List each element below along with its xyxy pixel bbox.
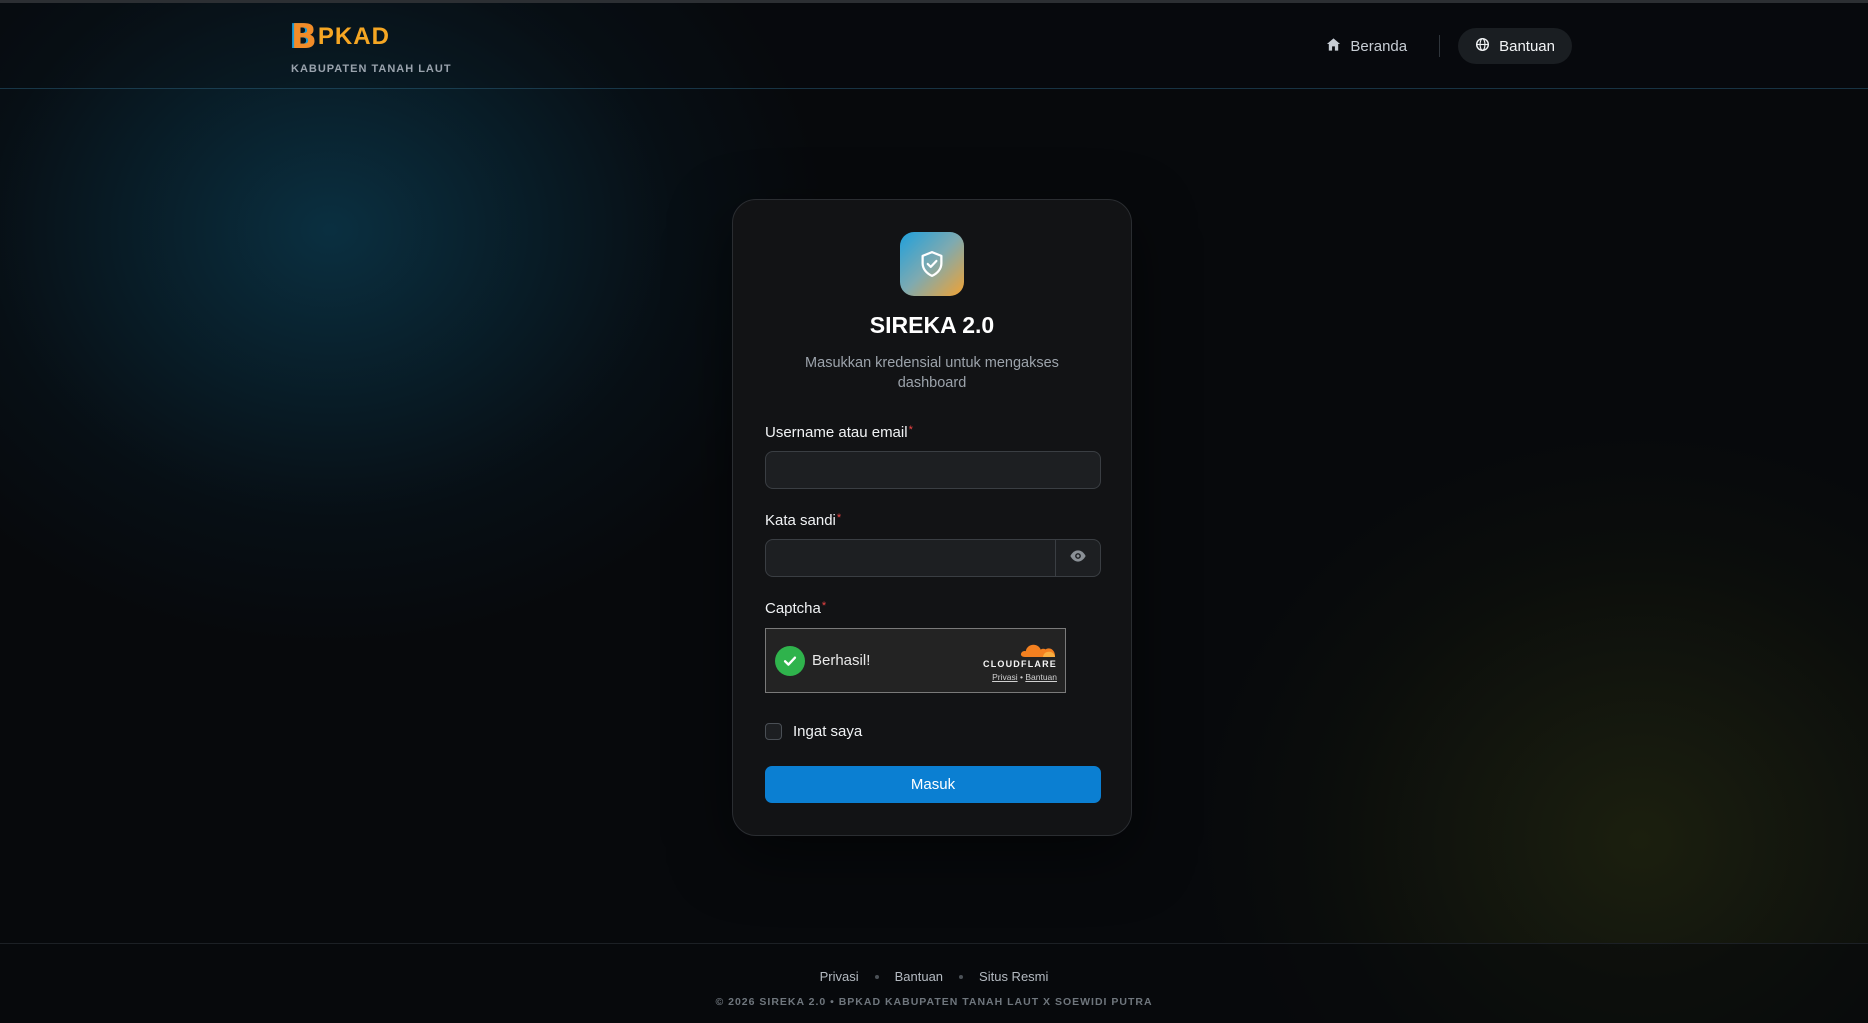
footer-dot — [874, 974, 879, 979]
captcha-link-separator: • — [1019, 672, 1023, 682]
top-header: B PKAD KABUPATEN TANAH LAUT Beranda Bantu… — [0, 3, 1868, 89]
copyright-text: © 2026 SIREKA 2.0 • BPKAD KABUPATEN TANA… — [715, 996, 1153, 1008]
bpkad-logo[interactable]: B PKAD KABUPATEN TANAH LAUT — [291, 19, 452, 75]
captcha-status: Berhasil! — [812, 652, 871, 669]
logo-letter: B — [291, 17, 317, 57]
required-marker: * — [821, 600, 827, 612]
username-label: Username atau email* — [765, 424, 913, 441]
page-footer: Privasi Bantuan Situs Resmi © 2026 SIREK… — [0, 943, 1868, 1023]
captcha-links: Privasi • Bantuan — [983, 672, 1057, 682]
logo-text: PKAD — [317, 23, 390, 50]
shield-check-icon — [900, 232, 964, 296]
eye-icon — [1069, 547, 1087, 570]
cloudflare-logo-icon — [1020, 644, 1056, 657]
nav-divider — [1439, 35, 1441, 57]
page-title: SIREKA 2.0 — [869, 312, 995, 338]
password-label: Kata sandi* — [765, 512, 841, 529]
captcha-privacy-link[interactable]: Privasi — [992, 672, 1018, 682]
captcha-widget[interactable]: Berhasil! CLOUDFLARE Privasi • Bantuan — [765, 628, 1066, 693]
logo-subtitle: KABUPATEN TANAH LAUT — [291, 63, 452, 75]
footer-dot — [959, 974, 964, 979]
nav-help-label: Bantuan — [1499, 37, 1555, 55]
required-marker: * — [908, 424, 913, 436]
remember-label[interactable]: Ingat saya — [793, 723, 862, 740]
nav-home-label: Beranda — [1350, 37, 1408, 55]
footer-link-privacy[interactable]: Privasi — [820, 969, 859, 984]
footer-link-help[interactable]: Bantuan — [895, 969, 943, 984]
login-card: SIREKA 2.0 Masukkan kredensial untuk men… — [732, 199, 1132, 836]
remember-me: Ingat saya — [765, 723, 862, 740]
password-label-text: Kata sandi — [765, 512, 836, 529]
footer-links: Privasi Bantuan Situs Resmi — [0, 969, 1868, 984]
login-button[interactable]: Masuk — [765, 766, 1101, 803]
page-subtitle: Masukkan kredensial untuk mengakses dash… — [805, 355, 1059, 391]
password-field — [765, 539, 1101, 577]
home-icon — [1326, 37, 1341, 56]
username-input[interactable] — [765, 451, 1101, 489]
password-input[interactable] — [766, 540, 1055, 576]
top-nav: Beranda Bantuan — [1312, 28, 1572, 64]
nav-help-button[interactable]: Bantuan — [1458, 28, 1572, 64]
footer-link-official-site[interactable]: Situs Resmi — [979, 969, 1048, 984]
captcha-label-text: Captcha — [765, 600, 821, 617]
toggle-password-button[interactable] — [1055, 540, 1100, 576]
logo-mark: B PKAD — [291, 19, 452, 55]
captcha-help-link[interactable]: Bantuan — [1025, 672, 1057, 682]
check-circle-icon — [775, 645, 805, 676]
nav-home-link[interactable]: Beranda — [1312, 28, 1421, 64]
remember-checkbox[interactable] — [765, 723, 782, 740]
cloudflare-name: CLOUDFLARE — [983, 659, 1057, 669]
required-marker: * — [836, 512, 842, 524]
captcha-label: Captcha* — [765, 600, 826, 617]
username-label-text: Username atau email — [765, 424, 908, 441]
cloudflare-branding: CLOUDFLARE Privasi • Bantuan — [983, 640, 1057, 682]
globe-help-icon — [1475, 37, 1490, 56]
